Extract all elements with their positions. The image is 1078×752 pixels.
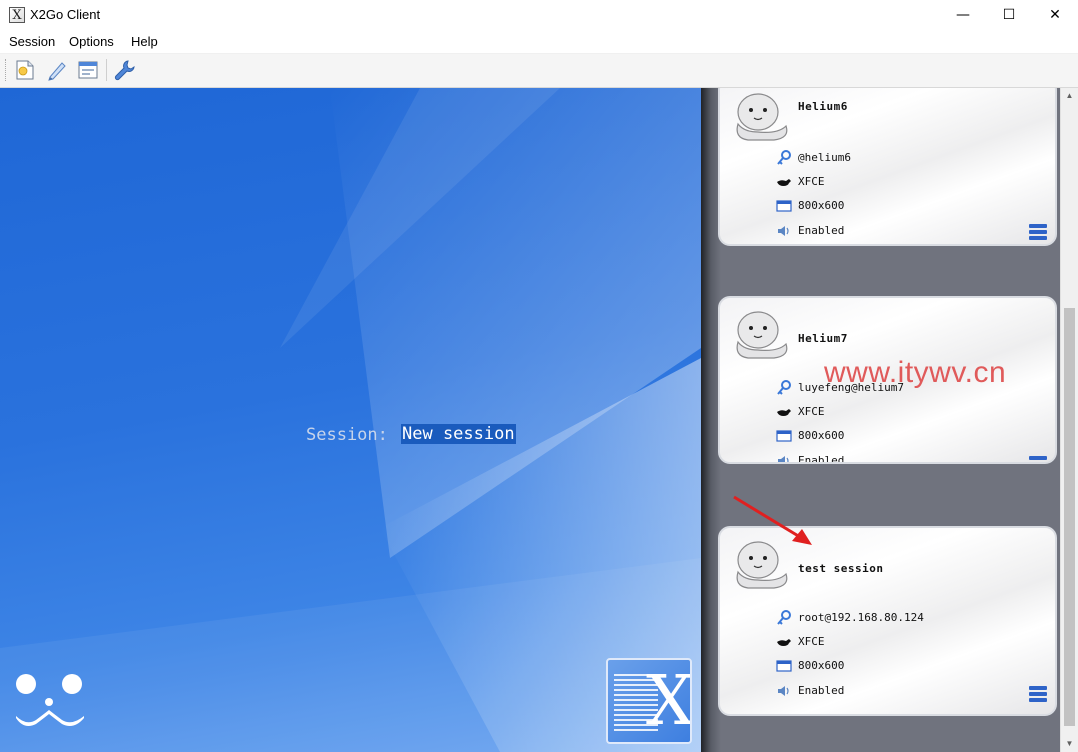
session-preview-panel: Session: New session X bbox=[0, 88, 701, 752]
edit-session-button[interactable] bbox=[45, 59, 69, 81]
x2go-panda-logo-icon bbox=[16, 674, 84, 726]
x2go-x-logo-icon: X bbox=[606, 658, 692, 744]
session-list-scrollbar[interactable]: ▲ ▼ bbox=[1060, 88, 1078, 752]
menu-session[interactable]: Session bbox=[9, 34, 55, 49]
session-export-icon bbox=[78, 61, 98, 79]
close-button[interactable]: ✕ bbox=[1032, 0, 1078, 30]
session-name: Helium7 bbox=[798, 332, 848, 345]
watermark-text: www.itywv.cn bbox=[824, 356, 1007, 389]
speaker-icon bbox=[778, 226, 789, 236]
menu-help[interactable]: Help bbox=[131, 34, 158, 49]
session-menu-icon[interactable] bbox=[1029, 456, 1047, 464]
session-name: test session bbox=[798, 562, 884, 575]
toolbar-separator bbox=[106, 59, 107, 81]
speaker-icon bbox=[778, 456, 789, 462]
title-bar: X X2Go Client — ☐ ✕ bbox=[0, 0, 1078, 30]
xfce-mouse-icon bbox=[777, 639, 791, 646]
session-label: Session: bbox=[306, 425, 388, 445]
settings-wrench-icon bbox=[114, 60, 135, 81]
window-title: X2Go Client bbox=[30, 7, 101, 22]
session-menu-icon[interactable] bbox=[1029, 686, 1047, 702]
scroll-thumb[interactable] bbox=[1064, 308, 1075, 726]
session-export-button[interactable] bbox=[76, 59, 100, 81]
display-icon bbox=[776, 200, 792, 212]
xfce-mouse-icon bbox=[777, 409, 791, 416]
key-icon bbox=[777, 150, 791, 165]
toolbar-grip[interactable] bbox=[5, 59, 9, 81]
seal-avatar-icon bbox=[736, 311, 788, 359]
key-icon bbox=[777, 380, 791, 395]
maximize-button[interactable]: ☐ bbox=[986, 0, 1032, 30]
new-session-button[interactable] bbox=[13, 59, 37, 81]
session-card-test-session[interactable]: test session root@192.168.80.124 XFCE 80… bbox=[718, 526, 1057, 716]
background-light-streaks bbox=[0, 88, 701, 752]
edit-session-icon bbox=[48, 62, 66, 81]
session-list: Helium6 @helium6 XFCE 800x600 Enabled He… bbox=[701, 88, 1060, 752]
session-menu-icon[interactable] bbox=[1029, 224, 1047, 240]
display-icon bbox=[776, 430, 792, 442]
x2go-app-icon: X bbox=[9, 7, 25, 23]
new-session-icon bbox=[16, 60, 34, 80]
scroll-down-arrow-icon[interactable]: ▼ bbox=[1061, 736, 1078, 752]
menu-options[interactable]: Options bbox=[69, 34, 114, 49]
preferences-button[interactable] bbox=[113, 59, 137, 81]
xfce-mouse-icon bbox=[777, 179, 791, 186]
scroll-up-arrow-icon[interactable]: ▲ bbox=[1061, 88, 1078, 104]
seal-avatar-icon bbox=[736, 93, 788, 141]
toolbar bbox=[0, 54, 1078, 88]
red-annotation-arrow-icon bbox=[733, 495, 812, 545]
session-card-helium6[interactable]: Helium6 @helium6 XFCE 800x600 Enabled bbox=[718, 88, 1057, 246]
speaker-icon bbox=[778, 686, 789, 696]
session-name: Helium6 bbox=[798, 100, 848, 113]
menu-bar: Session Options Help bbox=[0, 30, 1078, 54]
display-icon bbox=[776, 660, 792, 672]
minimize-button[interactable]: — bbox=[940, 0, 986, 30]
key-icon bbox=[777, 610, 791, 625]
session-name-field[interactable]: New session bbox=[401, 424, 516, 444]
